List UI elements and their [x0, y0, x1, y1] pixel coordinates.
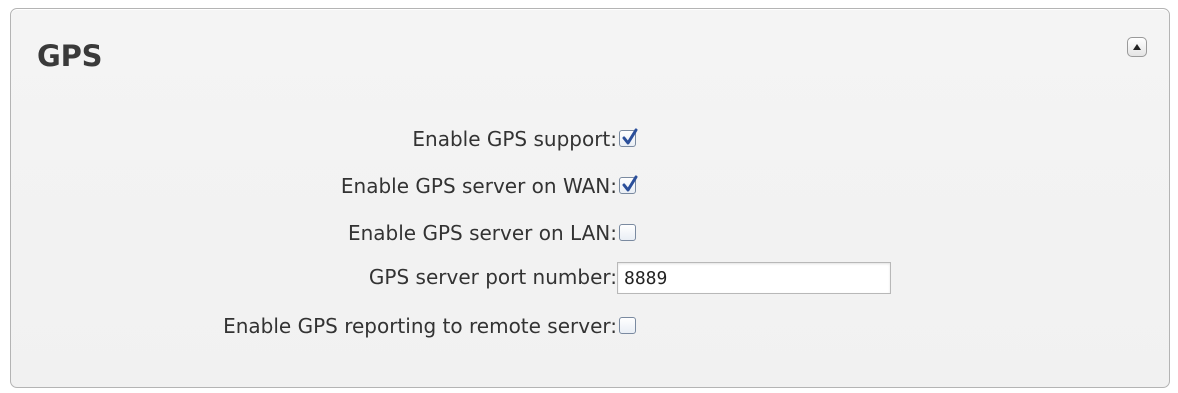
row-gps-server-port: GPS server port number:: [11, 260, 1171, 294]
collapse-button[interactable]: [1127, 37, 1147, 57]
enable-gps-server-lan-label: Enable GPS server on LAN:: [347, 221, 617, 245]
triangle-up-icon: [1133, 44, 1141, 50]
row-enable-gps-server-wan: Enable GPS server on WAN:: [11, 169, 1171, 203]
row-enable-gps-server-lan: Enable GPS server on LAN:: [11, 216, 1171, 250]
checkmark-icon: [622, 128, 638, 145]
gps-settings-panel: GPS Enable GPS support: Enable GPS serve…: [10, 8, 1170, 388]
enable-gps-reporting-label: Enable GPS reporting to remote server:: [223, 314, 617, 338]
row-enable-gps-support: Enable GPS support:: [11, 122, 1171, 156]
enable-gps-server-wan-label: Enable GPS server on WAN:: [340, 174, 617, 198]
panel-title: GPS: [37, 39, 103, 73]
enable-gps-server-wan-checkbox[interactable]: [619, 175, 638, 194]
gps-server-port-input[interactable]: [617, 262, 891, 294]
enable-gps-reporting-checkbox[interactable]: [619, 317, 636, 334]
gps-server-port-label: GPS server port number:: [368, 265, 617, 289]
enable-gps-server-lan-checkbox[interactable]: [619, 224, 636, 241]
checkmark-icon: [622, 175, 638, 192]
row-enable-gps-reporting: Enable GPS reporting to remote server:: [11, 309, 1171, 343]
enable-gps-support-label: Enable GPS support:: [412, 127, 617, 151]
enable-gps-support-checkbox[interactable]: [619, 128, 638, 147]
